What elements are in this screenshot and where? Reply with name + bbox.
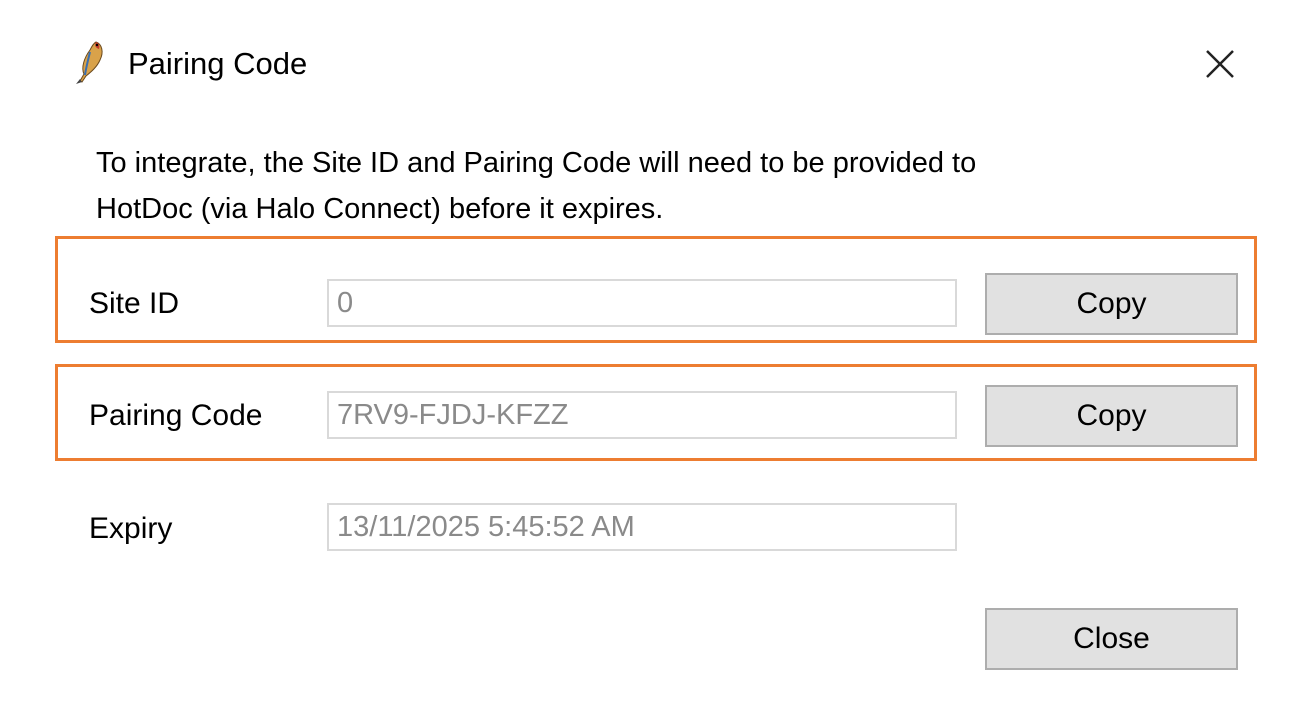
close-button[interactable]: Close (985, 608, 1238, 670)
close-icon[interactable] (1196, 40, 1244, 88)
pairing-code-dialog: Pairing Code To integrate, the Site ID a… (0, 0, 1293, 703)
pairing-code-label: Pairing Code (89, 399, 263, 432)
site-id-field[interactable]: 0 (327, 279, 957, 327)
copy-pairing-code-button[interactable]: Copy (985, 385, 1238, 447)
instructions-line-2: HotDoc (via Halo Connect) before it expi… (96, 193, 664, 225)
instructions-line-1: To integrate, the Site ID and Pairing Co… (96, 147, 977, 179)
instructions-text: To integrate, the Site ID and Pairing Co… (96, 140, 1196, 232)
expiry-label: Expiry (89, 512, 173, 545)
site-id-label: Site ID (89, 287, 180, 320)
expiry-field[interactable]: 13/11/2025 5:45:52 AM (327, 503, 957, 551)
dialog-title: Pairing Code (128, 46, 308, 81)
copy-site-id-button[interactable]: Copy (985, 273, 1238, 335)
bird-feather-icon (76, 41, 103, 84)
pairing-code-field[interactable]: 7RV9-FJDJ-KFZZ (327, 391, 957, 439)
